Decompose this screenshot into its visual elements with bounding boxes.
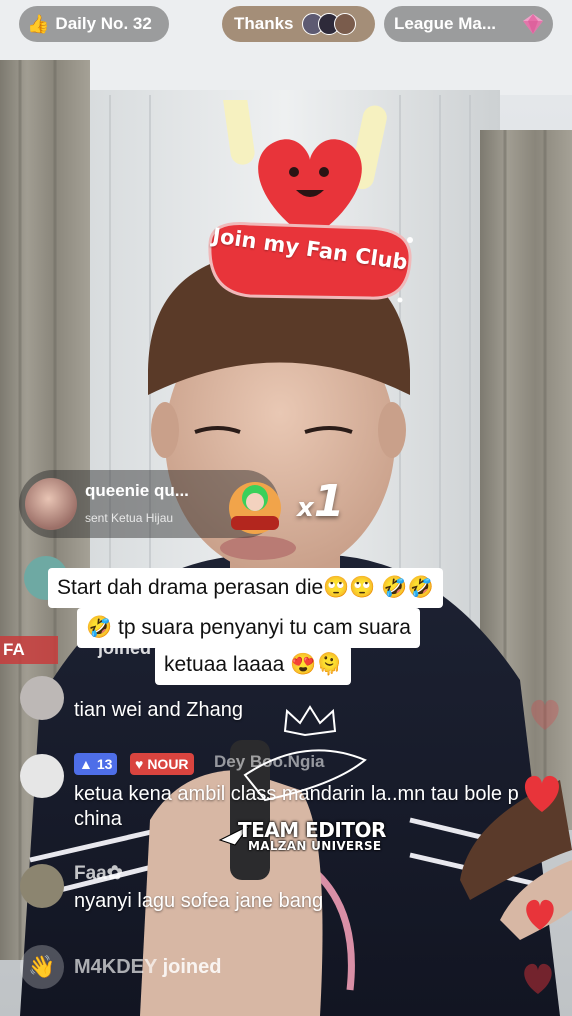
fan-badge: ♥ NOUR bbox=[130, 753, 194, 775]
top-gifter-avatars bbox=[301, 13, 356, 35]
comment-username[interactable]: Faa✿ bbox=[74, 862, 123, 885]
daily-ranking-pill[interactable]: 👍 Daily No. 32 bbox=[19, 6, 169, 42]
avatar bbox=[25, 478, 77, 530]
avatar[interactable] bbox=[20, 754, 64, 798]
league-pill[interactable]: League Ma... bbox=[384, 6, 553, 42]
gift-combo-count: x1 bbox=[297, 476, 345, 527]
partial-joined-text: joined bbox=[98, 638, 151, 658]
fan-club-tag: FA bbox=[0, 636, 58, 664]
watermark-subtitle: MALZAN UNIVERSE bbox=[248, 839, 382, 853]
gem-icon bbox=[523, 14, 543, 34]
thanks-pill[interactable]: Thanks bbox=[222, 6, 375, 42]
comment-text: nyanyi lagu sofea jane bang bbox=[74, 890, 324, 912]
gift-banner[interactable]: queenie qu... sent Ketua Hijau bbox=[19, 470, 281, 538]
fan-club-effect[interactable]: Join my Fan Club bbox=[190, 80, 430, 330]
fan-club-heart-icon bbox=[208, 80, 413, 303]
level-badge: ▲ 13 bbox=[74, 753, 118, 775]
heart-icon: ♥ bbox=[135, 756, 144, 772]
thanks-label: Thanks bbox=[234, 14, 294, 33]
thumbs-up-icon: 👍 bbox=[27, 13, 50, 34]
league-label: League Ma... bbox=[394, 14, 497, 33]
gift-sender-username: queenie qu... bbox=[85, 481, 189, 500]
ketua-hijau-gift-icon bbox=[229, 482, 281, 534]
caption-line-3: ketuaa laaaa 😍🫠 bbox=[155, 645, 352, 685]
daily-ranking-label: Daily No. 32 bbox=[55, 14, 152, 33]
join-username[interactable]: M4KDEY bbox=[74, 956, 157, 978]
level-icon: ▲ bbox=[79, 756, 93, 772]
gift-sent-text: sent Ketua Hijau bbox=[85, 511, 174, 525]
wave-hand-icon: 👋 bbox=[20, 945, 64, 989]
avatar[interactable] bbox=[20, 676, 64, 720]
avatar bbox=[333, 13, 356, 35]
avatar[interactable] bbox=[20, 864, 64, 908]
join-action: joined bbox=[162, 956, 222, 978]
join-message: M4KDEY joined bbox=[74, 956, 221, 979]
caption-line-1: Start dah drama perasan die🙄🙄 🤣🤣 bbox=[48, 568, 443, 608]
